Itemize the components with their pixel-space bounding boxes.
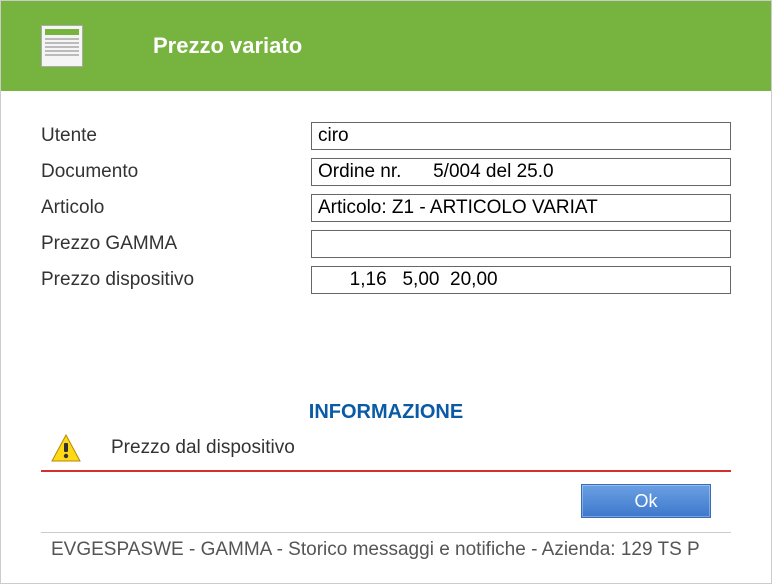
row-utente: Utente	[41, 121, 731, 151]
row-articolo: Articolo	[41, 193, 731, 223]
label-utente: Utente	[41, 125, 311, 147]
input-prezzo-gamma[interactable]	[311, 230, 731, 258]
info-heading-row: INFORMAZIONE	[41, 401, 731, 424]
info-message-row: Prezzo dal dispositivo	[41, 434, 731, 470]
info-message: Prezzo dal dispositivo	[111, 437, 295, 459]
warning-icon	[51, 434, 81, 462]
row-prezzo-dispositivo: Prezzo dispositivo	[41, 265, 731, 295]
label-articolo: Articolo	[41, 197, 311, 219]
document-icon	[41, 25, 83, 67]
row-documento: Documento	[41, 157, 731, 187]
titlebar: Prezzo variato	[1, 1, 771, 91]
statusbar: EVGESPASWE - GAMMA - Storico messaggi e …	[41, 532, 731, 573]
input-utente[interactable]	[311, 122, 731, 150]
ok-button[interactable]: Ok	[581, 484, 711, 518]
info-heading: INFORMAZIONE	[309, 401, 463, 423]
label-prezzo-gamma: Prezzo GAMMA	[41, 233, 311, 255]
divider	[41, 470, 731, 472]
button-row: Ok	[41, 480, 731, 532]
dialog-window: Prezzo variato Utente Documento Articolo…	[0, 0, 772, 584]
input-articolo[interactable]	[311, 194, 731, 222]
label-documento: Documento	[41, 161, 311, 183]
dialog-title: Prezzo variato	[153, 33, 302, 59]
input-documento[interactable]	[311, 158, 731, 186]
row-prezzo-gamma: Prezzo GAMMA	[41, 229, 731, 259]
label-prezzo-dispositivo: Prezzo dispositivo	[41, 269, 311, 291]
input-prezzo-dispositivo[interactable]	[311, 266, 731, 294]
statusbar-text: EVGESPASWE - GAMMA - Storico messaggi e …	[51, 539, 700, 560]
dialog-content: Utente Documento Articolo Prezzo GAMMA P…	[1, 91, 771, 583]
